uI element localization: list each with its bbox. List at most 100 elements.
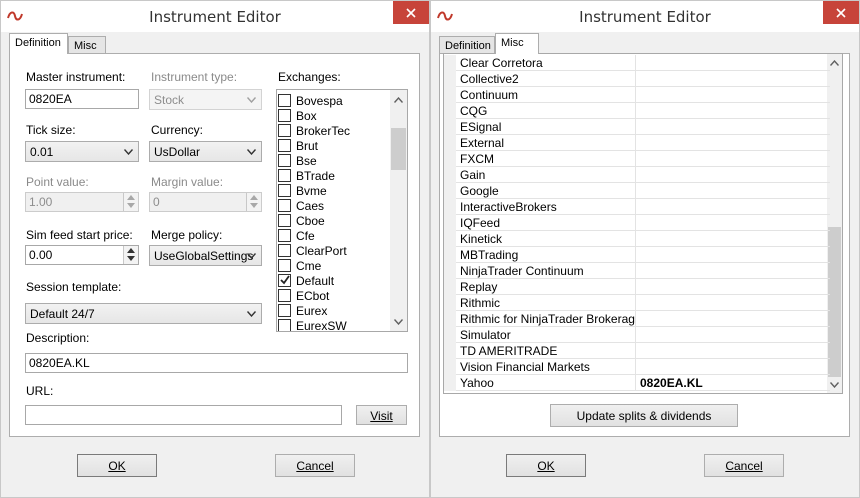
provider-symbol-cell[interactable] <box>636 87 830 103</box>
provider-symbol-cell[interactable] <box>636 247 830 263</box>
visit-button[interactable]: Visit <box>356 405 407 425</box>
tab-misc[interactable]: Misc <box>495 33 539 54</box>
update-splits-dividends-button[interactable]: Update splits & dividends <box>550 404 738 427</box>
caret-up-icon[interactable] <box>127 248 135 253</box>
provider-symbol-cell[interactable]: 0820EA.KL <box>636 375 830 391</box>
close-button[interactable] <box>393 1 429 24</box>
provider-row[interactable]: Collective2 <box>444 71 830 87</box>
provider-row[interactable]: CQG <box>444 103 830 119</box>
exchange-item[interactable]: Caes <box>278 198 324 213</box>
provider-symbol-cell[interactable] <box>636 135 830 151</box>
exchanges-scrollbar[interactable] <box>390 90 407 331</box>
provider-symbol-cell[interactable] <box>636 119 830 135</box>
provider-symbol-cell[interactable] <box>636 103 830 119</box>
provider-row[interactable]: MBTrading <box>444 247 830 263</box>
provider-row[interactable]: NinjaTrader Continuum <box>444 263 830 279</box>
exchange-checkbox[interactable] <box>278 319 291 331</box>
exchange-item[interactable]: EurexSW <box>278 318 347 331</box>
provider-symbol-cell[interactable] <box>636 183 830 199</box>
provider-symbol-cell[interactable] <box>636 359 830 375</box>
scroll-up-icon[interactable] <box>394 97 403 103</box>
ok-button[interactable]: OK <box>506 454 586 477</box>
provider-symbol-cell[interactable] <box>636 151 830 167</box>
exchange-checkbox[interactable] <box>278 199 291 212</box>
caret-up-icon[interactable] <box>250 195 258 200</box>
exchanges-scroll-thumb[interactable] <box>391 128 406 170</box>
exchange-item[interactable]: Cme <box>278 258 321 273</box>
scroll-up-icon[interactable] <box>830 60 839 66</box>
exchange-checkbox[interactable] <box>278 229 291 242</box>
provider-symbol-cell[interactable] <box>636 279 830 295</box>
provider-row[interactable]: Continuum <box>444 87 830 103</box>
exchange-item[interactable]: Cboe <box>278 213 325 228</box>
exchange-item[interactable]: BrokerTec <box>278 123 350 138</box>
exchange-checkbox[interactable] <box>278 169 291 182</box>
provider-row[interactable]: InteractiveBrokers <box>444 199 830 215</box>
title-bar[interactable]: Instrument Editor <box>431 1 859 32</box>
title-bar[interactable]: Instrument Editor <box>1 1 429 32</box>
provider-row[interactable]: IQFeed <box>444 215 830 231</box>
provider-symbol-cell[interactable] <box>636 55 830 71</box>
master-instrument-input[interactable]: 0820EA <box>25 89 139 109</box>
margin-value-input[interactable]: 0 <box>149 192 262 212</box>
caret-up-icon[interactable] <box>127 195 135 200</box>
tab-definition[interactable]: Definition <box>9 33 68 54</box>
exchange-item[interactable]: Bse <box>278 153 317 168</box>
provider-row[interactable]: TD AMERITRADE <box>444 343 830 359</box>
exchange-checkbox[interactable] <box>278 274 291 287</box>
scroll-down-icon[interactable] <box>830 382 839 388</box>
caret-down-icon[interactable] <box>127 256 135 261</box>
exchange-item[interactable]: Bvme <box>278 183 327 198</box>
provider-row[interactable]: Gain <box>444 167 830 183</box>
provider-symbol-cell[interactable] <box>636 295 830 311</box>
provider-row[interactable]: Kinetick <box>444 231 830 247</box>
point-value-stepper[interactable] <box>123 193 138 211</box>
provider-symbol-cell[interactable] <box>636 167 830 183</box>
sim-feed-start-price-stepper[interactable] <box>123 246 138 264</box>
caret-down-icon[interactable] <box>127 203 135 208</box>
exchange-item[interactable]: BTrade <box>278 168 335 183</box>
provider-row[interactable]: FXCM <box>444 151 830 167</box>
exchange-checkbox[interactable] <box>278 304 291 317</box>
exchange-checkbox[interactable] <box>278 244 291 257</box>
provider-row[interactable]: Yahoo 0820EA.KL <box>444 375 830 391</box>
provider-symbol-cell[interactable] <box>636 343 830 359</box>
description-input[interactable]: 0820EA.KL <box>25 353 408 373</box>
exchange-checkbox[interactable] <box>278 154 291 167</box>
exchange-item[interactable]: Bovespa <box>278 93 343 108</box>
scroll-down-icon[interactable] <box>394 319 403 325</box>
tick-size-select[interactable]: 0.01 <box>25 141 139 162</box>
exchange-item[interactable]: Default <box>278 273 334 288</box>
exchange-item[interactable]: Box <box>278 108 317 123</box>
exchange-item[interactable]: ECbot <box>278 288 329 303</box>
provider-symbol-cell[interactable] <box>636 311 830 327</box>
provider-row[interactable]: Replay <box>444 279 830 295</box>
exchanges-list[interactable]: Bovespa Box BrokerTec Brut Bse BTrade Bvme Caes… <box>276 89 408 332</box>
exchange-item[interactable]: Eurex <box>278 303 327 318</box>
provider-row[interactable]: Vision Financial Markets <box>444 359 830 375</box>
close-button[interactable] <box>823 1 859 24</box>
provider-row[interactable]: ESignal <box>444 119 830 135</box>
provider-symbol-cell[interactable] <box>636 263 830 279</box>
exchange-checkbox[interactable] <box>278 214 291 227</box>
provider-row[interactable]: Simulator <box>444 327 830 343</box>
provider-row[interactable]: Clear Corretora <box>444 55 830 71</box>
caret-down-icon[interactable] <box>250 203 258 208</box>
data-provider-symbol-grid[interactable]: Clear Corretora Collective2 Continuum CQG ES… <box>443 53 843 394</box>
cancel-button[interactable]: Cancel <box>704 454 784 477</box>
margin-value-stepper[interactable] <box>246 193 261 211</box>
provider-symbol-cell[interactable] <box>636 327 830 343</box>
exchange-checkbox[interactable] <box>278 289 291 302</box>
provider-row[interactable]: Rithmic <box>444 295 830 311</box>
point-value-input[interactable]: 1.00 <box>25 192 139 212</box>
merge-policy-select[interactable]: UseGlobalSettings <box>149 245 262 266</box>
exchange-checkbox[interactable] <box>278 139 291 152</box>
provider-symbol-cell[interactable] <box>636 215 830 231</box>
exchange-checkbox[interactable] <box>278 94 291 107</box>
provider-row[interactable]: External <box>444 135 830 151</box>
exchange-checkbox[interactable] <box>278 109 291 122</box>
instrument-type-select[interactable]: Stock <box>149 89 262 110</box>
provider-symbol-cell[interactable] <box>636 231 830 247</box>
session-template-select[interactable]: Default 24/7 <box>25 303 262 324</box>
url-input[interactable] <box>25 405 342 425</box>
